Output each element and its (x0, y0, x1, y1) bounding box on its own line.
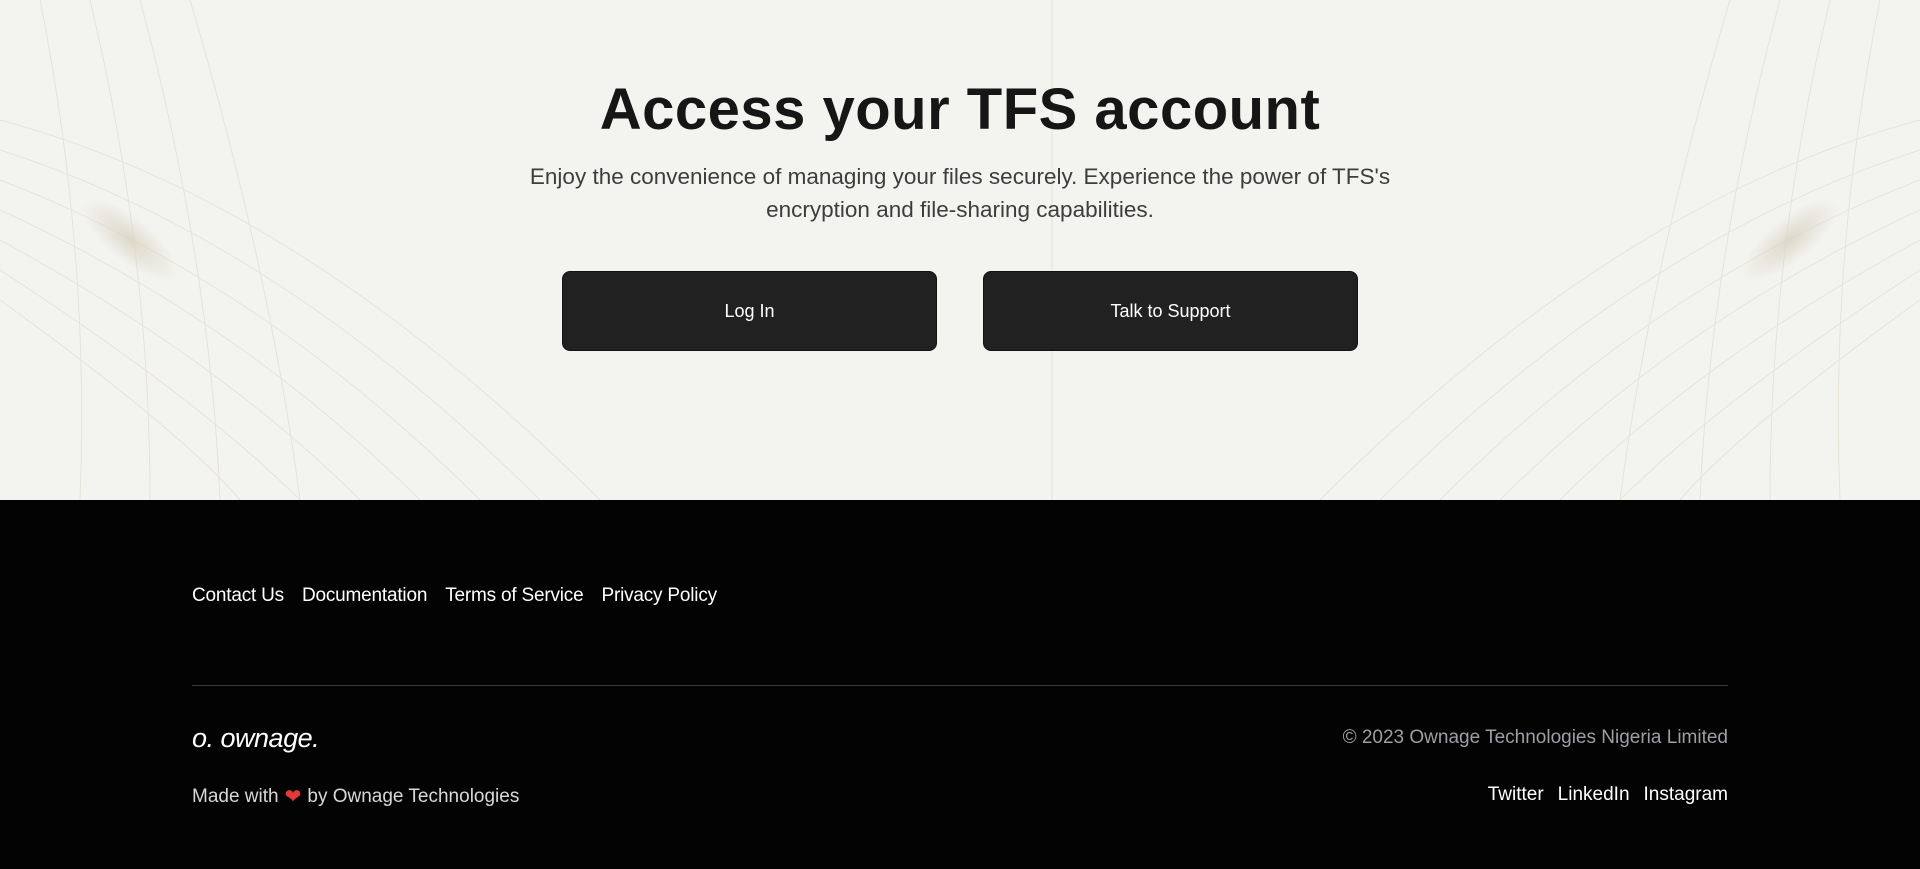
talk-to-support-button[interactable]: Talk to Support (983, 271, 1358, 351)
copyright-text: © 2023 Ownage Technologies Nigeria Limit… (1342, 727, 1728, 748)
heart-icon: ❤ (284, 786, 302, 808)
made-with-suffix: by Ownage Technologies (307, 785, 520, 807)
decorative-grid-background (0, 0, 1920, 500)
social-link-instagram[interactable]: Instagram (1644, 784, 1728, 806)
footer-divider (192, 685, 1728, 686)
footer-link-contact-us[interactable]: Contact Us (192, 585, 284, 607)
page-title: Access your TFS account (599, 77, 1321, 142)
social-link-linkedin[interactable]: LinkedIn (1558, 784, 1630, 806)
footer-nav: Contact Us Documentation Terms of Servic… (192, 585, 717, 607)
footer-link-privacy-policy[interactable]: Privacy Policy (601, 585, 717, 607)
page-subtitle: Enjoy the convenience of managing your f… (529, 164, 1391, 222)
social-link-twitter[interactable]: Twitter (1488, 784, 1544, 806)
hero-section: Access your TFS account Enjoy the conven… (0, 0, 1920, 500)
login-button[interactable]: Log In (562, 271, 937, 351)
ownage-logo[interactable]: o. ownage. (192, 723, 320, 754)
footer: Contact Us Documentation Terms of Servic… (0, 500, 1920, 869)
footer-link-documentation[interactable]: Documentation (302, 585, 427, 607)
made-with-prefix: Made with (192, 785, 279, 807)
made-with-credit: Made with ❤ by Ownage Technologies (192, 784, 519, 809)
footer-link-terms-of-service[interactable]: Terms of Service (445, 585, 583, 607)
social-links: Twitter LinkedIn Instagram (1488, 784, 1728, 806)
